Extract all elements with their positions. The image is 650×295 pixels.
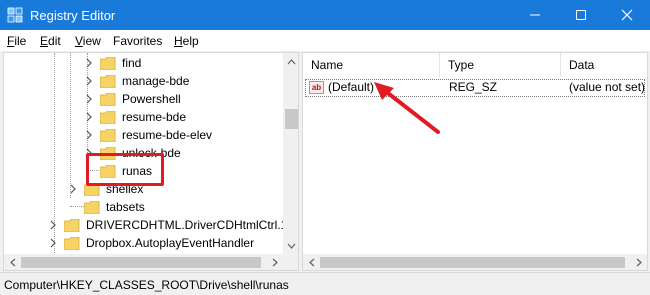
column-header-type[interactable]: Type	[440, 53, 560, 77]
chevron-right-icon[interactable]	[48, 220, 58, 230]
menu-bar: File Edit View Favorites Help	[0, 30, 650, 51]
maximize-button[interactable]	[558, 0, 604, 30]
string-value-icon: ab	[309, 81, 324, 94]
chevron-up-icon	[287, 58, 296, 64]
chevron-down-icon	[287, 243, 296, 249]
close-button[interactable]	[604, 0, 650, 30]
registry-editor-icon	[7, 7, 23, 23]
tree-item-resume-bde[interactable]: resume-bde	[84, 108, 186, 126]
chevron-right-icon[interactable]	[84, 58, 94, 68]
tree-item-label: resume-bde-elev	[122, 128, 213, 142]
folder-icon	[100, 128, 116, 142]
status-bar: Computer\HKEY_CLASSES_ROOT\Drive\shell\r…	[0, 272, 650, 295]
window-title: Registry Editor	[30, 8, 116, 23]
registry-path: Computer\HKEY_CLASSES_ROOT\Drive\shell\r…	[4, 278, 289, 292]
scroll-thumb[interactable]	[21, 257, 261, 268]
column-header-label: Type	[448, 58, 475, 72]
folder-icon	[64, 218, 80, 232]
menu-edit[interactable]: Edit	[40, 34, 61, 48]
tree-item-label: resume-bde	[122, 110, 187, 124]
chevron-left-icon	[308, 258, 314, 267]
tree-item-label: Powershell	[122, 92, 181, 106]
registry-values-pane[interactable]: Name Type Data ab (Default) REG_SZ (valu…	[302, 52, 648, 271]
scroll-right-arrow[interactable]	[266, 254, 283, 270]
chevron-right-icon[interactable]	[84, 94, 94, 104]
tree-guide-line	[70, 53, 71, 198]
folder-icon	[100, 56, 116, 70]
tree-item-resume-bde-elev[interactable]: resume-bde-elev	[84, 126, 212, 144]
tree-item-label: Dropbox.AutoplayEventHandler	[86, 236, 255, 250]
tree-item-label: manage-bde	[122, 74, 190, 88]
menu-view[interactable]: View	[75, 34, 101, 48]
folder-icon	[100, 110, 116, 124]
chevron-right-icon	[272, 258, 278, 267]
close-icon	[621, 9, 633, 21]
scroll-down-arrow[interactable]	[283, 237, 298, 254]
chevron-right-icon[interactable]	[84, 76, 94, 86]
column-header-label: Name	[311, 58, 344, 72]
menu-help[interactable]: Help	[174, 34, 199, 48]
tree-item-dropbox-autoplay[interactable]: Dropbox.AutoplayEventHandler	[48, 234, 254, 252]
chevron-right-icon[interactable]	[68, 184, 78, 194]
tree-item-label: find	[122, 56, 142, 70]
column-header-data[interactable]: Data	[561, 53, 647, 77]
column-header-label: Data	[569, 58, 595, 72]
folder-icon	[64, 236, 80, 250]
tree-item-manage-bde[interactable]: manage-bde	[84, 72, 189, 90]
tree-horizontal-scrollbar[interactable]	[4, 254, 283, 270]
maximize-icon	[576, 10, 586, 20]
tree-item-find[interactable]: find	[84, 54, 141, 72]
annotation-highlight-box	[86, 153, 164, 186]
annotation-arrow-icon	[374, 82, 440, 134]
title-bar: Registry Editor	[0, 0, 650, 30]
scroll-thumb[interactable]	[320, 257, 625, 268]
tree-guide-line	[70, 206, 84, 207]
value-name: (Default)	[328, 80, 375, 94]
tree-item-tabsets[interactable]: tabsets	[84, 198, 145, 216]
minimize-button[interactable]	[512, 0, 558, 30]
scroll-left-arrow[interactable]	[303, 254, 320, 270]
folder-icon	[84, 200, 100, 214]
tree-vertical-scrollbar[interactable]	[283, 53, 298, 254]
scrollbar-corner	[283, 254, 298, 270]
scroll-thumb[interactable]	[285, 109, 298, 129]
values-horizontal-scrollbar[interactable]	[303, 254, 647, 270]
tree-item-label: tabsets	[106, 200, 145, 214]
menu-file[interactable]: File	[7, 34, 26, 48]
tree-item-label: DRIVERCDHTML.DriverCDHtmlCtrl.1	[86, 218, 288, 232]
scroll-right-arrow[interactable]	[630, 254, 647, 270]
scroll-left-arrow[interactable]	[4, 254, 21, 270]
column-header-name[interactable]: Name	[303, 53, 439, 77]
chevron-right-icon[interactable]	[84, 130, 94, 140]
chevron-right-icon[interactable]	[48, 238, 58, 248]
value-data: (value not set)	[569, 80, 646, 94]
tree-item-powershell[interactable]: Powershell	[84, 90, 181, 108]
folder-icon	[100, 74, 116, 88]
scroll-up-arrow[interactable]	[283, 53, 298, 70]
chevron-right-icon	[636, 258, 642, 267]
chevron-left-icon	[9, 258, 15, 267]
tree-item-drivercdhtml[interactable]: DRIVERCDHTML.DriverCDHtmlCtrl.1	[48, 216, 287, 234]
minimize-icon	[530, 14, 540, 16]
menu-favorites[interactable]: Favorites	[113, 34, 162, 48]
chevron-right-icon[interactable]	[84, 112, 94, 122]
folder-icon	[100, 92, 116, 106]
value-type: REG_SZ	[449, 80, 498, 94]
